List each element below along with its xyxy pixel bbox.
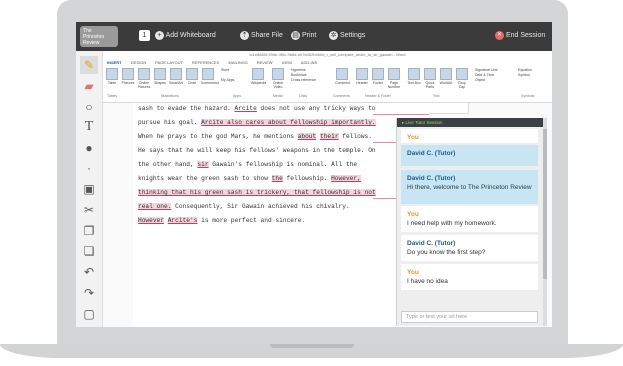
tab-page-layout[interactable]: PAGE LAYOUT	[155, 60, 183, 65]
color-palette-icon[interactable]: ●	[80, 139, 98, 157]
ribbon-smartart[interactable]: SmartArt	[169, 68, 183, 85]
group-media: Media	[273, 94, 283, 98]
ribbon-wordart[interactable]: WordArt	[439, 68, 453, 85]
chat-panel: ▸ Live Tutor Session You David C. (Tutor…	[396, 118, 543, 326]
end-session-button[interactable]: ✕ End Session	[495, 30, 545, 42]
tab-mailings[interactable]: MAILINGS	[229, 60, 248, 65]
ribbon-signature-line[interactable]: Signature Line	[475, 68, 507, 72]
doc-line: sash to evade the hazard. Arcite does no…	[138, 105, 376, 112]
ribbon-shapes[interactable]: Shapes	[153, 68, 167, 85]
group-illustrations: Illustrations	[161, 94, 179, 98]
scissors-icon[interactable]: ✂	[80, 201, 98, 219]
doc-line: He says that he will keep his fellows' w…	[138, 147, 376, 154]
doc-line: knights wear the green sash to show the …	[138, 175, 361, 182]
ribbon-quick-parts[interactable]: Quick Parts	[423, 68, 437, 89]
ribbon-wikipedia[interactable]: Wikipedia	[251, 68, 266, 85]
tab-view[interactable]: VIEW	[282, 60, 292, 65]
text-icon[interactable]: T	[80, 118, 98, 136]
group-apps: Apps	[233, 94, 241, 98]
print-icon: ▤	[291, 30, 300, 40]
doc-line: thinking that his green sash is trickery…	[138, 189, 376, 196]
image-icon[interactable]: ▣	[80, 180, 98, 198]
tab-insert[interactable]: INSERT	[107, 60, 122, 65]
chat-message: You I have no idea	[401, 264, 538, 290]
chat-message: David C. (Tutor) Do you know the first st…	[401, 235, 538, 261]
group-header-footer: Header & Footer	[365, 94, 391, 98]
print-button[interactable]: ▤ Print	[291, 30, 316, 42]
share-file-button[interactable]: ⇡ Share File	[240, 30, 283, 42]
tab-add-ins[interactable]: ADD-INS	[301, 60, 317, 65]
close-icon: ✕	[495, 30, 504, 40]
group-links: Links	[299, 94, 308, 98]
chat-message: David C. (Tutor) Hi there, welcome to The…	[401, 170, 538, 204]
ribbon-object[interactable]: Object	[475, 78, 507, 82]
doc-line: pursue his goal. Arcite also cares about…	[138, 119, 376, 126]
ribbon-table[interactable]: Table	[105, 68, 119, 85]
redo-icon[interactable]: ↷	[80, 284, 98, 302]
paste-icon[interactable]: ❏	[80, 242, 98, 260]
word-title: tc1e6880f-93de-4f0c-9b6d-b07a452b4b0d_r_…	[103, 51, 552, 59]
ribbon-chart[interactable]: Chart	[185, 68, 199, 85]
page-number-box[interactable]: 1	[139, 30, 150, 41]
undo-icon[interactable]: ↶	[80, 263, 98, 281]
ribbon-cross-reference[interactable]: Cross-reference	[291, 78, 321, 82]
ribbon-date-time[interactable]: Date & Time	[475, 73, 507, 77]
chat-scrollbar-thumb[interactable]	[543, 129, 547, 279]
ribbon-text-box[interactable]: Text Box	[407, 68, 421, 85]
doc-line: the other hand, sir Gawain's fellowship …	[138, 161, 358, 168]
ribbon-footer[interactable]: Footer	[371, 68, 385, 85]
doc-line: However Arcite's is more perfect and sin…	[138, 217, 306, 224]
ribbon-screenshot[interactable]: Screenshot	[201, 68, 219, 85]
ribbon-bookmark[interactable]: Bookmark	[291, 73, 321, 77]
princeton-review-logo: The Princeton Review	[80, 26, 118, 47]
ribbon-page-number[interactable]: Page Number	[387, 68, 401, 89]
comment-marker	[373, 114, 429, 115]
doc-line: real one. Consequently, Sir Gawain achie…	[138, 203, 350, 210]
pencil-icon[interactable]: ✎	[80, 56, 98, 74]
copy-icon[interactable]: ❐	[80, 222, 98, 240]
eraser-icon[interactable]: ▰	[80, 77, 98, 95]
tab-references[interactable]: REFERENCES	[192, 60, 219, 65]
settings-button[interactable]: ✲ Settings	[329, 30, 365, 42]
group-tables: Tables	[107, 94, 118, 98]
rectangle-icon[interactable]: ▢	[80, 305, 98, 323]
tab-design[interactable]: DESIGN	[131, 60, 146, 65]
group-text: Text	[433, 94, 440, 98]
chat-message: You I need help with my homework.	[401, 206, 538, 232]
doc-line: When he prays to the god Mars, he mentio…	[138, 133, 372, 140]
ribbon-pictures[interactable]: Pictures	[121, 68, 135, 85]
ribbon-store[interactable]: Store	[221, 68, 243, 72]
ribbon-my-apps[interactable]: My Apps	[221, 78, 243, 82]
ribbon-hyperlink[interactable]: Hyperlink	[291, 68, 321, 72]
document-page[interactable]: sash to evade the hazard. Arcite does no…	[133, 103, 429, 327]
ribbon-tabs: INSERT DESIGN PAGE LAYOUT REFERENCES MAI…	[103, 59, 552, 66]
shared-document: tc1e6880f-93de-4f0c-9b6d-b07a452b4b0d_r_…	[103, 51, 552, 327]
group-comments: Comments	[333, 94, 350, 98]
chat-message: You	[401, 129, 538, 143]
chat-input[interactable]: Type or text your url here	[401, 311, 538, 323]
plus-icon: +	[155, 30, 164, 40]
ribbon-equation[interactable]: Equation	[518, 68, 548, 72]
gear-icon: ✲	[329, 30, 338, 40]
tab-review[interactable]: REVIEW	[257, 60, 273, 65]
chat-message: David C. (Tutor)	[401, 145, 538, 166]
laptop-notch	[270, 344, 354, 348]
ribbon-comment[interactable]: Comment	[335, 68, 350, 85]
dot-icon[interactable]: ·	[80, 159, 98, 177]
chat-header: ▸ Live Tutor Session	[397, 118, 543, 127]
add-whiteboard-button[interactable]: + Add Whiteboard	[155, 30, 216, 42]
top-toolbar: The Princeton Review 1 + Add Whiteboard …	[76, 22, 552, 51]
ribbon-drop-cap[interactable]: Drop Cap	[455, 68, 469, 89]
ribbon-online-pictures[interactable]: Online Pictures	[137, 68, 151, 89]
group-symbols: Symbols	[521, 94, 535, 98]
ribbon-online-video[interactable]: Online Video	[271, 68, 285, 89]
app-screen: The Princeton Review 1 + Add Whiteboard …	[76, 22, 552, 327]
circle-icon[interactable]: ○	[80, 98, 98, 116]
share-icon: ⇡	[240, 30, 249, 40]
ribbon-symbol[interactable]: Symbol	[518, 73, 548, 77]
whiteboard-tools: ✎ ▰ ○ T ● · ▣ ✂ ❐ ❏ ↶ ↷ ▢	[76, 51, 103, 327]
ribbon-header[interactable]: Header	[355, 68, 369, 85]
word-ribbon: Table Pictures Online Pictures Shapes Sm…	[103, 66, 552, 103]
